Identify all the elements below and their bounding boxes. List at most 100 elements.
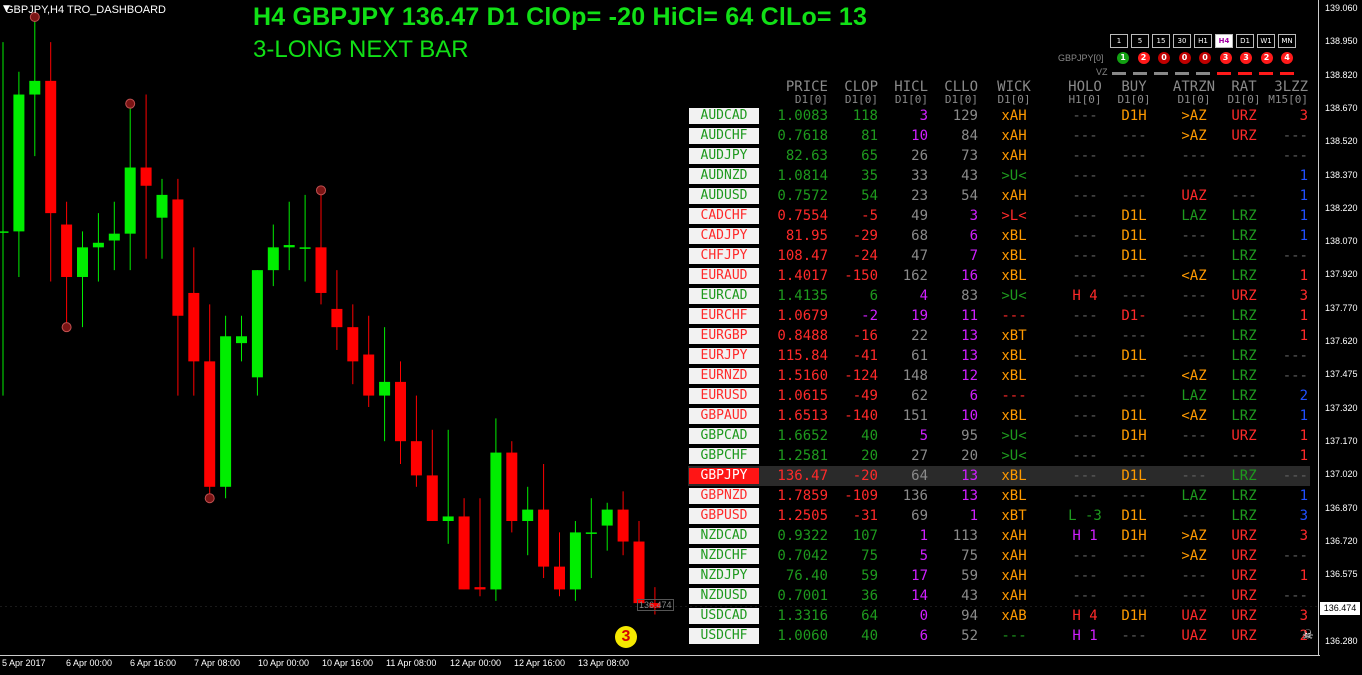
price-tick: 137.170 xyxy=(1325,435,1358,446)
pair-button-chfjpy[interactable]: CHFJPY xyxy=(689,248,759,264)
cell-lzz: 3 xyxy=(1299,108,1308,124)
time-tick: 10 Apr 00:00 xyxy=(258,658,310,668)
pair-button-gbpaud[interactable]: GBPAUD xyxy=(689,408,759,424)
cell-lzz: 1 xyxy=(1299,268,1308,284)
table-row[interactable]: USDCAD 1.3316 64 0 94 xAB H 4 D1H UAZ URZ 3 xyxy=(688,606,1310,626)
cell-lzz: 1 xyxy=(1299,328,1308,344)
cell-cllo: 12 xyxy=(961,368,978,384)
table-row[interactable]: AUDUSD 0.7572 54 23 54 xAH --- --- UAZ --- 1 xyxy=(688,186,1310,206)
table-row[interactable]: EURAUD 1.4017 -150 162 16 xBL --- --- <AZ LRZ 1 xyxy=(688,266,1310,286)
tf-button-w1[interactable]: W1 xyxy=(1257,34,1275,48)
table-row[interactable]: GBPJPY 136.47 -20 64 13 xBL --- D1L --- LRZ --- xyxy=(688,466,1310,486)
tf-button-30[interactable]: 30 xyxy=(1173,34,1191,48)
table-row[interactable]: NZDCAD 0.9322 107 1 113 xAH H 1 D1H >AZ URZ 3 xyxy=(688,526,1310,546)
pair-button-audjpy[interactable]: AUDJPY xyxy=(689,148,759,164)
table-row[interactable]: USDCHF 1.0060 40 6 52 --- H 1 --- UAZ URZ 2 xyxy=(688,626,1310,646)
tf-button-d1[interactable]: D1 xyxy=(1236,34,1254,48)
table-row[interactable]: GBPUSD 1.2505 -31 69 1 xBT L -3 D1L --- LRZ 3 xyxy=(688,506,1310,526)
tf-button-h4[interactable]: H4 xyxy=(1215,34,1233,48)
bar-count-badge: 3 xyxy=(615,626,637,648)
cell-cllo: 1 xyxy=(969,508,978,524)
tf-button-h1[interactable]: H1 xyxy=(1194,34,1212,48)
pair-button-eurcad[interactable]: EURCAD xyxy=(689,288,759,304)
cell-lzz: 1 xyxy=(1299,228,1308,244)
cell-lzz: 2 xyxy=(1299,628,1308,644)
time-tick: 6 Apr 16:00 xyxy=(130,658,177,668)
table-row[interactable]: NZDUSD 0.7001 36 14 43 xAH --- --- --- URZ --- xyxy=(688,586,1310,606)
table-row[interactable]: AUDNZD 1.0814 35 33 43 >U< --- --- --- --- 1 xyxy=(688,166,1310,186)
cell-cllo: 52 xyxy=(961,628,978,644)
table-row[interactable]: NZDJPY 76.40 59 17 59 xAH --- --- --- URZ 1 xyxy=(688,566,1310,586)
table-row[interactable]: GBPCAD 1.6652 40 5 95 >U< --- D1H --- URZ 1 xyxy=(688,426,1310,446)
pair-button-gbpnzd[interactable]: GBPNZD xyxy=(689,488,759,504)
pair-button-usdcad[interactable]: USDCAD xyxy=(689,608,759,624)
pair-button-nzdchf[interactable]: NZDCHF xyxy=(689,548,759,564)
pair-button-eurchf[interactable]: EURCHF xyxy=(689,308,759,324)
table-row[interactable]: EURCHF 1.0679 -2 19 11 --- --- D1- --- LRZ 1 xyxy=(688,306,1310,326)
cell-cllo: 83 xyxy=(961,288,978,304)
pair-button-nzdjpy[interactable]: NZDJPY xyxy=(689,568,759,584)
table-row[interactable]: CADJPY 81.95 -29 68 6 xBL --- D1L --- LRZ 1 xyxy=(688,226,1310,246)
table-row[interactable]: AUDCAD 1.0083 118 3 129 xAH --- D1H >AZ URZ 3 xyxy=(688,106,1310,126)
cell-cllo: 84 xyxy=(961,128,978,144)
price-tick: 138.520 xyxy=(1325,136,1358,147)
table-row[interactable]: EURCAD 1.4135 6 4 83 >U< H 4 --- --- URZ 3 xyxy=(688,286,1310,306)
pair-button-gbpcad[interactable]: GBPCAD xyxy=(689,428,759,444)
pair-button-cadjpy[interactable]: CADJPY xyxy=(689,228,759,244)
table-row[interactable]: EURJPY 115.84 -41 61 13 xBL --- D1L --- LRZ --- xyxy=(688,346,1310,366)
pair-button-audchf[interactable]: AUDCHF xyxy=(689,128,759,144)
cell-cllo: 75 xyxy=(961,548,978,564)
table-row[interactable]: AUDJPY 82.63 65 26 73 xAH --- --- --- --- --- xyxy=(688,146,1310,166)
vz-bar xyxy=(1133,72,1147,75)
cell-lzz: 1 xyxy=(1299,408,1308,424)
cell-cllo: 11 xyxy=(961,308,978,324)
price-tick: 137.320 xyxy=(1325,402,1358,413)
cell-wick: xAH xyxy=(1001,588,1027,604)
cell-cllo: 59 xyxy=(961,568,978,584)
pair-button-eurgbp[interactable]: EURGBP xyxy=(689,328,759,344)
pair-button-gbpusd[interactable]: GBPUSD xyxy=(689,508,759,524)
table-row[interactable]: CHFJPY 108.47 -24 47 7 xBL --- D1L --- LRZ --- xyxy=(688,246,1310,266)
pair-button-eurnzd[interactable]: EURNZD xyxy=(689,368,759,384)
tf-button-mn[interactable]: MN xyxy=(1278,34,1296,48)
cell-wick: xBL xyxy=(1001,408,1027,424)
pair-button-cadchf[interactable]: CADCHF xyxy=(689,208,759,224)
price-tick: 138.820 xyxy=(1325,69,1358,80)
tf-button-15[interactable]: 15 xyxy=(1152,34,1170,48)
table-row[interactable]: AUDCHF 0.7618 81 10 84 xAH --- --- >AZ URZ --- xyxy=(688,126,1310,146)
close-icon[interactable]: ☠ xyxy=(1302,628,1314,643)
cell-cllo: 13 xyxy=(961,348,978,364)
table-row[interactable]: GBPAUD 1.6513 -140 151 10 xBL --- D1L <AZ LRZ 1 xyxy=(688,406,1310,426)
table-row[interactable]: GBPCHF 1.2581 20 27 20 >U< --- --- --- --- 1 xyxy=(688,446,1310,466)
cell-cllo: 73 xyxy=(961,148,978,164)
pair-button-nzdusd[interactable]: NZDUSD xyxy=(689,588,759,604)
pair-button-usdchf[interactable]: USDCHF xyxy=(689,628,759,644)
price-tick: 137.620 xyxy=(1325,336,1358,346)
pair-button-eurjpy[interactable]: EURJPY xyxy=(689,348,759,364)
cell-lzz: 3 xyxy=(1299,608,1308,624)
fractal-marker xyxy=(204,493,215,504)
pair-button-gbpjpy[interactable]: GBPJPY xyxy=(689,468,759,484)
pair-button-nzdcad[interactable]: NZDCAD xyxy=(689,528,759,544)
signal-text: 3-LONG NEXT BAR xyxy=(253,36,469,63)
table-row[interactable]: CADCHF 0.7554 -5 49 3 >L< --- D1L LAZ LRZ 1 xyxy=(688,206,1310,226)
pair-button-eurusd[interactable]: EURUSD xyxy=(689,388,759,404)
pair-button-euraud[interactable]: EURAUD xyxy=(689,268,759,284)
table-row[interactable]: GBPNZD 1.7859 -109 136 13 xBL --- --- LAZ LRZ 1 xyxy=(688,486,1310,506)
pair-button-audcad[interactable]: AUDCAD xyxy=(689,108,759,124)
cell-wick: xAH xyxy=(1001,128,1027,144)
cell-lzz: 1 xyxy=(1299,428,1308,444)
table-row[interactable]: EURNZD 1.5160 -124 148 12 xBL --- --- <AZ LRZ --- xyxy=(688,366,1310,386)
table-row[interactable]: NZDCHF 0.7042 75 5 75 xAH --- --- >AZ URZ --- xyxy=(688,546,1310,566)
price-tick: 138.070 xyxy=(1325,236,1358,247)
pair-button-gbpchf[interactable]: GBPCHF xyxy=(689,448,759,464)
tf-button-5[interactable]: 5 xyxy=(1131,34,1149,48)
table-row[interactable]: EURUSD 1.0615 -49 62 6 --- --- --- LAZ LRZ 2 xyxy=(688,386,1310,406)
pair-button-audusd[interactable]: AUDUSD xyxy=(689,188,759,204)
table-row[interactable]: EURGBP 0.8488 -16 22 13 xBT --- --- --- LRZ 1 xyxy=(688,326,1310,346)
pair-button-audnzd[interactable]: AUDNZD xyxy=(689,168,759,184)
tf-button-1[interactable]: 1 xyxy=(1110,34,1128,48)
cell-lzz: 1 xyxy=(1299,448,1308,464)
cell-lzz: 1 xyxy=(1299,488,1308,504)
cell-wick: >U< xyxy=(1001,288,1027,304)
